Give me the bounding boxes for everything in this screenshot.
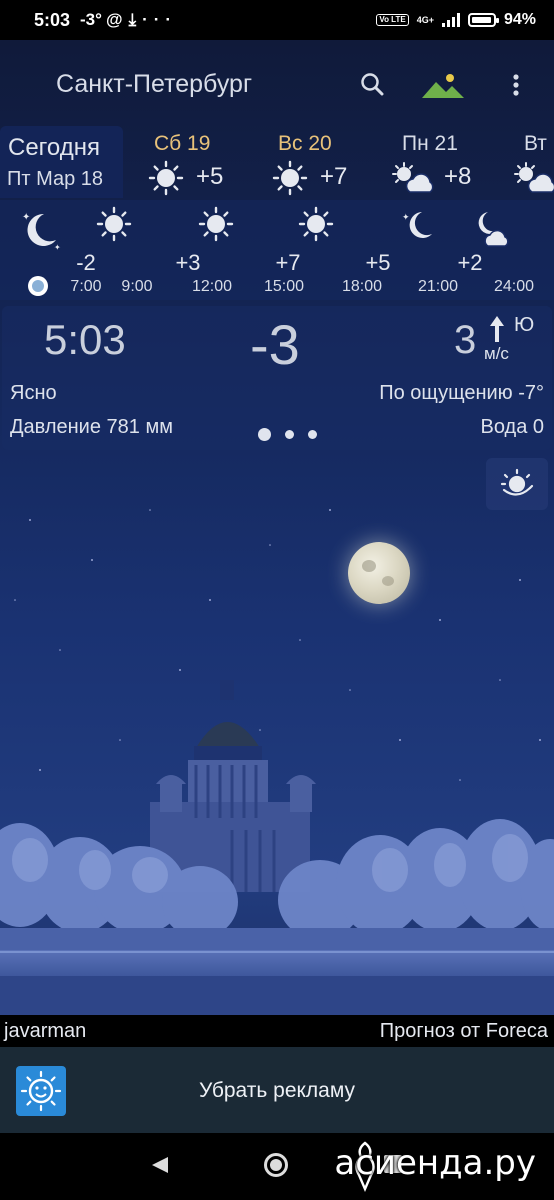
sun-horizon-icon: [500, 468, 534, 496]
city-scene-illustration: [0, 680, 554, 1015]
status-bar: 5:03 -3° @⤓··· Vo LTE 4G+ 94%: [0, 0, 554, 40]
sun-position-button[interactable]: [486, 458, 548, 510]
sun-icon: [96, 206, 132, 242]
hour-time: 9:00: [121, 278, 153, 295]
day-name: Сб 19: [154, 132, 211, 155]
download-icon: ⤓: [128, 10, 143, 29]
remove-ads-banner[interactable]: Убрать рекламу: [0, 1047, 554, 1133]
page-indicator: [258, 428, 317, 441]
moon-stars-icon: ✦✦: [22, 212, 61, 252]
day-name: Вт: [524, 132, 547, 155]
day-temp: +7: [320, 163, 348, 190]
battery-percent: 94%: [503, 11, 536, 28]
hour-temp: +2: [457, 250, 483, 275]
day-name: Вс 20: [278, 132, 332, 155]
search-icon: [361, 73, 384, 96]
hour-time: 18:00: [341, 278, 383, 295]
sun-icon: [148, 160, 184, 196]
network-type: 4G+: [416, 14, 434, 25]
home-icon[interactable]: [264, 1153, 288, 1177]
day-cell[interactable]: Вс 20 +7: [272, 126, 372, 198]
moon-cloud-icon: [478, 212, 509, 247]
sun-cloud-icon: [392, 162, 434, 193]
battery-icon: [467, 13, 499, 27]
volte-icon: Vo LTE: [376, 14, 409, 26]
sun-cloud-icon: [514, 162, 554, 193]
pressure-text: Давление 781 мм: [10, 416, 173, 438]
hour-time: 24:00: [493, 278, 535, 295]
hour-temp: +3: [175, 250, 201, 275]
background-picker-button[interactable]: [422, 72, 464, 100]
wind-speed: 3: [454, 318, 477, 362]
sun-icon: [298, 206, 334, 242]
hour-temp: -2: [76, 250, 96, 275]
signal-icon: [441, 13, 460, 27]
landscape-icon: [422, 74, 464, 98]
more-vertical-icon: [513, 74, 519, 96]
today-date: Пт Мар 18: [7, 168, 104, 190]
day-temp: +8: [444, 163, 472, 190]
wind-direction: Ю: [514, 314, 535, 336]
back-icon[interactable]: [150, 1155, 170, 1175]
current-time: 5:03: [44, 316, 126, 363]
photo-author-link[interactable]: javarman: [4, 1020, 86, 1043]
overflow-menu-button[interactable]: [506, 68, 526, 102]
sun-icon: [272, 160, 308, 196]
current-conditions-panel[interactable]: 5:03 -3 3 Ю м/с Ясно По ощущению -7° Дав…: [2, 306, 552, 450]
hour-temp: +7: [275, 250, 301, 275]
current-temperature: -3: [250, 313, 300, 376]
wind-arrow-icon: [490, 316, 504, 342]
day-cell[interactable]: Вт: [512, 126, 554, 198]
status-notification-icons: @⤓···: [106, 10, 177, 30]
at-icon: @: [106, 10, 129, 29]
watermark-text: асиенда.ру: [334, 1143, 536, 1183]
hour-time: 15:00: [263, 278, 305, 295]
app-bar: Санкт-Петербург: [0, 60, 554, 110]
remove-ads-label: Убрать рекламу: [198, 1079, 356, 1102]
hour-time: 21:00: [417, 278, 459, 295]
wind-unit: м/с: [484, 344, 509, 363]
status-right-group: Vo LTE 4G+ 94%: [376, 11, 536, 29]
hourly-forecast[interactable]: ✦ ✦ ✦ -2 +3 +7 +5 +2 7:00 9:00 12:00 15:…: [0, 200, 554, 300]
hour-temp: +5: [365, 250, 391, 275]
hour-time: 12:00: [191, 278, 233, 295]
condition-text: Ясно: [10, 382, 57, 404]
current-time-marker: [28, 276, 48, 296]
water-temp-text: Вода 0: [480, 416, 545, 438]
day-name: Пн 21: [402, 132, 458, 155]
search-button[interactable]: [356, 68, 390, 102]
attribution-bar: javarman Прогноз от Foreca: [0, 1015, 554, 1047]
daily-forecast-row: Сегодня Пт Мар 18 Сб 19 +5 Вс 20 +7 Пн 2…: [0, 126, 554, 198]
day-cell[interactable]: Пн 21 +8: [390, 126, 490, 198]
forecast-source-link[interactable]: Прогноз от Foreca: [380, 1020, 548, 1043]
city-title[interactable]: Санкт-Петербург: [56, 70, 252, 99]
day-cell-today[interactable]: Сегодня Пт Мар 18: [0, 126, 123, 198]
status-time: 5:03: [34, 10, 71, 30]
svg-text:✦: ✦: [402, 212, 410, 222]
day-temp: +5: [196, 163, 224, 190]
day-cell[interactable]: Сб 19 +5: [148, 126, 248, 198]
svg-text:✦: ✦: [22, 212, 30, 223]
sun-icon: [198, 206, 234, 242]
moon-stars-icon: ✦: [402, 212, 432, 238]
system-navigation-bar: асиенда.ру: [0, 1133, 554, 1200]
feels-like-text: По ощущению -7°: [379, 382, 544, 404]
status-temperature: -3°: [80, 10, 102, 29]
today-label: Сегодня: [8, 134, 100, 161]
more-icon: ···: [142, 10, 178, 29]
moon-image: [348, 542, 410, 604]
